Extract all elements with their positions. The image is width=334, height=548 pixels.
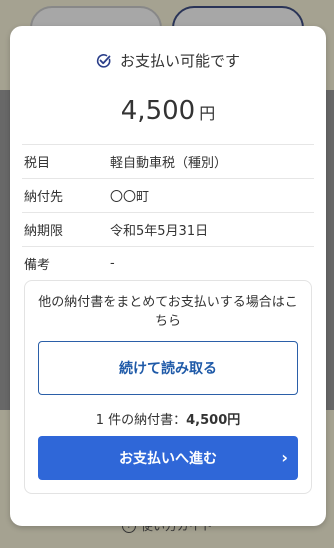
details-list: 税目 軽自動車税（種別） 納付先 〇〇町 納期限 令和5年5月31日 備考 - bbox=[22, 144, 314, 280]
detail-label: 納期限 bbox=[24, 224, 64, 239]
detail-value: 軽自動車税（種別） bbox=[110, 156, 228, 171]
detail-row-payee: 納付先 〇〇町 bbox=[22, 178, 314, 212]
detail-label: 税目 bbox=[24, 156, 51, 171]
payment-confirm-modal: お支払い可能です 4,500 円 税目 軽自動車税（種別） 納付先 〇〇町 納期限… bbox=[10, 26, 326, 526]
proceed-to-payment-button[interactable]: お支払いへ進む › bbox=[38, 436, 298, 480]
payment-count: 1 件の納付書：4,500円 bbox=[25, 409, 311, 428]
detail-label: 備考 bbox=[24, 258, 51, 273]
detail-label: 納付先 bbox=[24, 190, 64, 205]
multi-payment-note: 他の納付書をまとめてお支払いする場合はこちら bbox=[38, 295, 298, 329]
payment-amount: 4,500 円 bbox=[10, 96, 326, 126]
detail-row-due-date: 納期限 令和5年5月31日 bbox=[22, 212, 314, 246]
continue-scan-button[interactable]: 続けて読み取る bbox=[38, 341, 298, 395]
detail-value: 〇〇町 bbox=[110, 190, 150, 205]
count-amount: 4,500円 bbox=[186, 413, 241, 428]
detail-row-tax-type: 税目 軽自動車税（種別） bbox=[22, 144, 314, 178]
count-prefix: 1 件の納付書： bbox=[95, 413, 187, 428]
amount-value: 4,500 bbox=[120, 96, 196, 126]
amount-unit: 円 bbox=[199, 104, 216, 123]
check-circle-icon bbox=[96, 53, 111, 68]
status-text: お支払い可能です bbox=[119, 52, 240, 70]
detail-row-remarks: 備考 - bbox=[22, 246, 314, 280]
chevron-right-icon: › bbox=[281, 448, 288, 467]
detail-value: - bbox=[110, 256, 115, 271]
multi-payment-panel: 他の納付書をまとめてお支払いする場合はこちら 続けて読み取る 1 件の納付書：4… bbox=[24, 280, 312, 494]
pay-button-label: お支払いへ進む bbox=[119, 451, 217, 467]
detail-value: 令和5年5月31日 bbox=[110, 224, 209, 239]
status-line: お支払い可能です bbox=[10, 50, 326, 71]
